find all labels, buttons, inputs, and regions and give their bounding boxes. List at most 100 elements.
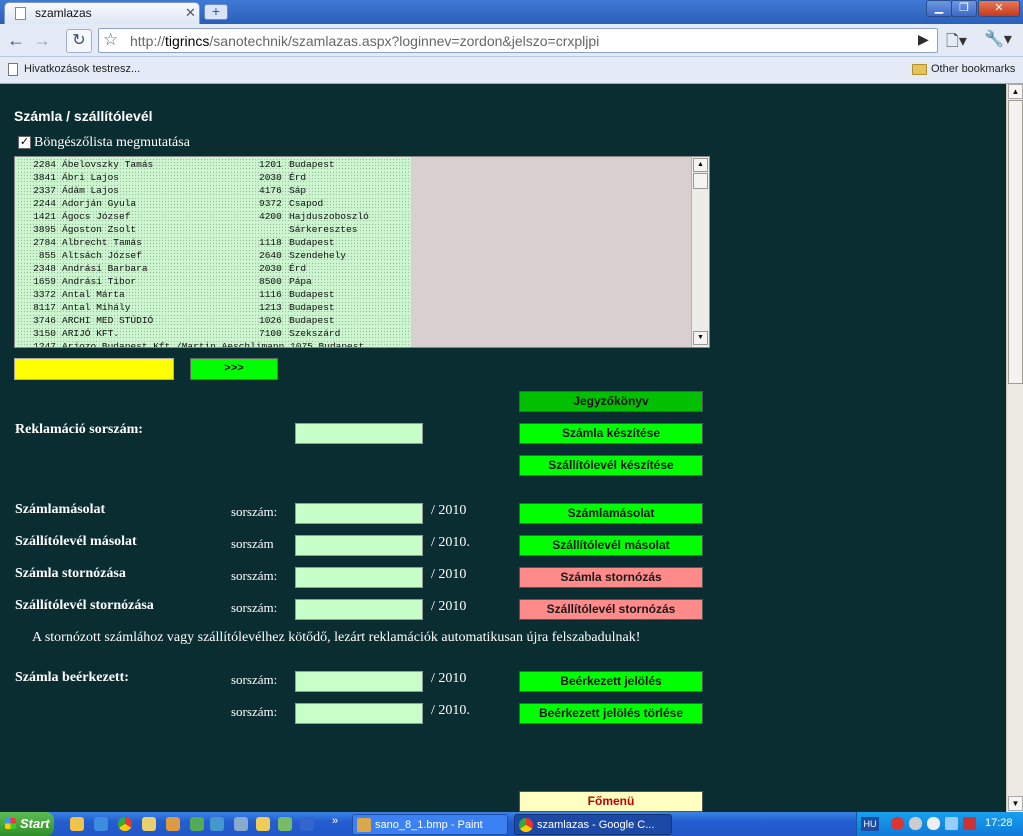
language-indicator[interactable]: HU bbox=[861, 817, 879, 831]
szallitolevel-masolat-button[interactable]: Szállítólevél másolat bbox=[519, 535, 703, 556]
szamlamasolat-input[interactable] bbox=[295, 503, 423, 524]
beerkezett-jeloles-button[interactable]: Beérkezett jelölés bbox=[519, 671, 703, 692]
forward-arrow-icon[interactable]: → bbox=[30, 29, 54, 51]
search-go-button[interactable]: >>> bbox=[190, 358, 278, 380]
reklamacio-input[interactable] bbox=[295, 423, 423, 444]
list-item[interactable]: 3150 ARIJÓ KFT. 7100 Szekszárd bbox=[17, 327, 411, 340]
list-item[interactable]: 1421 Ágocs József 4200 Hajduszoboszló bbox=[17, 210, 411, 223]
listbox-scrollbar[interactable]: ▲ ▼ bbox=[691, 157, 709, 347]
szamla-stornozasa-input[interactable] bbox=[295, 567, 423, 588]
szamla-stornozas-button[interactable]: Számla stornózás bbox=[519, 567, 703, 588]
list-item[interactable]: 3841 Ábri Lajos 2030 Érd bbox=[17, 171, 411, 184]
tray-icon[interactable] bbox=[945, 817, 958, 830]
folder-icon[interactable] bbox=[142, 817, 156, 831]
list-item[interactable]: 8117 Antal Mihály 1213 Budapest bbox=[17, 301, 411, 314]
chrome-icon[interactable] bbox=[118, 817, 132, 831]
list-cell-zip: 1118 bbox=[259, 237, 282, 248]
start-button[interactable]: Start bbox=[0, 812, 54, 836]
list-cell-city: Budapest bbox=[289, 289, 335, 300]
quicklaunch-icon[interactable] bbox=[300, 817, 314, 831]
szallitolevel-stornozasa-input[interactable] bbox=[295, 599, 423, 620]
list-item[interactable]: 2244 Adorján Gyula 9372 Csapod bbox=[17, 197, 411, 210]
list-item[interactable]: 1659 Andrási Tibor 8500 Pápa bbox=[17, 275, 411, 288]
bookmark-item[interactable]: Hivatkozások testresz... bbox=[24, 63, 140, 75]
beerkezett-torles-input[interactable] bbox=[295, 703, 423, 724]
star-icon[interactable]: ☆ bbox=[103, 30, 118, 50]
list-cell-city: Sáp bbox=[289, 185, 307, 196]
quicklaunch-icon[interactable] bbox=[210, 817, 224, 831]
page-scrollbar[interactable]: ▲ ▼ bbox=[1006, 84, 1023, 812]
szamla-keszitese-button[interactable]: Számla készítése bbox=[519, 423, 703, 444]
task-paint-label: sano_8_1.bmp - Paint bbox=[375, 819, 483, 831]
back-arrow-icon[interactable]: ← bbox=[4, 29, 28, 51]
minimize-icon[interactable]: ▁ bbox=[926, 0, 952, 17]
close-icon[interactable]: ✕ bbox=[185, 5, 196, 21]
szallitolevel-keszitese-button[interactable]: Szállítólevél készítése bbox=[519, 455, 703, 476]
url-text[interactable]: http://tigrincs/sanotechnik/szamlazas.as… bbox=[130, 33, 599, 49]
list-cell-city: Budapest bbox=[289, 315, 335, 326]
folder-icon[interactable] bbox=[256, 817, 270, 831]
scroll-down-icon[interactable]: ▼ bbox=[693, 331, 708, 345]
new-tab-button[interactable]: + bbox=[204, 4, 228, 20]
list-item[interactable]: 3372 Antal Márta 1116 Budapest bbox=[17, 288, 411, 301]
list-item[interactable]: 2784 Albrecht Tamás 1118 Budapest bbox=[17, 236, 411, 249]
list-cell-id: 3895 bbox=[33, 224, 56, 235]
list-item[interactable]: 2348 Andrási Barbara 2030 Érd bbox=[17, 262, 411, 275]
list-item[interactable]: 3746 ARCHI MED STÚDIÓ 1026 Budapest bbox=[17, 314, 411, 327]
list-item[interactable]: 3895 Ágoston Zsolt Sárkeresztes bbox=[17, 223, 411, 236]
quicklaunch-more[interactable]: » bbox=[332, 815, 338, 827]
page-icon bbox=[8, 63, 18, 76]
list-item[interactable]: 2284 Ábelovszky Tamás 1201 Budapest bbox=[17, 158, 411, 171]
list-cell-name: Ábri Lajos bbox=[62, 172, 120, 183]
network-icon[interactable] bbox=[927, 817, 940, 830]
scroll-up-icon[interactable]: ▲ bbox=[1008, 84, 1023, 99]
play-icon[interactable]: ▶ bbox=[918, 31, 929, 48]
quicklaunch-icon[interactable] bbox=[234, 817, 248, 831]
list-cell-name: Andrási Tibor bbox=[62, 276, 137, 287]
shield-icon[interactable] bbox=[963, 817, 976, 830]
list-item[interactable]: 1247 Arjozo Budapest Kft./Martin Aeschlim… bbox=[17, 340, 411, 347]
ie-icon[interactable] bbox=[94, 817, 108, 831]
tray-icon[interactable] bbox=[891, 817, 904, 830]
reload-icon[interactable]: ↻ bbox=[66, 29, 92, 53]
szamla-beerkezett-input[interactable] bbox=[295, 671, 423, 692]
list-cell-name: Altsách József bbox=[62, 250, 142, 261]
quicklaunch-icon[interactable] bbox=[166, 817, 180, 831]
wrench-icon[interactable]: 🔧▾ bbox=[984, 29, 1012, 49]
scroll-down-icon[interactable]: ▼ bbox=[1008, 796, 1023, 811]
list-item[interactable]: 2337 Ádám Lajos 4176 Sáp bbox=[17, 184, 411, 197]
customer-listbox[interactable]: 2284 Ábelovszky Tamás 1201 Budapest 3841 Ábri… bbox=[14, 156, 710, 348]
jegyzokonyv-button[interactable]: Jegyzőkönyv bbox=[519, 391, 703, 412]
quicklaunch-icon[interactable] bbox=[278, 817, 292, 831]
other-bookmarks[interactable]: Other bookmarks bbox=[931, 63, 1015, 75]
address-bar[interactable]: ☆ http://tigrincs/sanotechnik/szamlazas.… bbox=[98, 28, 938, 53]
search-input[interactable] bbox=[14, 358, 174, 380]
list-cell-id: 3372 bbox=[33, 289, 56, 300]
browse-list-checkbox[interactable]: ✓ bbox=[18, 136, 31, 149]
quicklaunch-icon[interactable] bbox=[190, 817, 204, 831]
scroll-up-icon[interactable]: ▲ bbox=[693, 158, 708, 172]
tab-szamlazas[interactable]: szamlazas ✕ bbox=[4, 2, 200, 24]
beerkezett-jeloles-torlese-button[interactable]: Beérkezett jelölés törlése bbox=[519, 703, 703, 724]
list-item[interactable]: 855 Altsách József 2640 Szendehely bbox=[17, 249, 411, 262]
szamlamasolat-button[interactable]: Számlamásolat bbox=[519, 503, 703, 524]
maximize-icon[interactable]: ❐ bbox=[951, 0, 977, 17]
tray-icon[interactable] bbox=[909, 817, 922, 830]
task-paint[interactable]: sano_8_1.bmp - Paint bbox=[352, 814, 508, 835]
list-cell-city: Szekszárd bbox=[289, 328, 341, 339]
list-cell-city: Sárkeresztes bbox=[289, 224, 358, 235]
scroll-thumb[interactable] bbox=[693, 173, 708, 189]
scroll-thumb[interactable] bbox=[1008, 100, 1023, 384]
list-cell-id: 1421 bbox=[33, 211, 56, 222]
szallitolevel-stornozas-button[interactable]: Szállítólevél stornózás bbox=[519, 599, 703, 620]
page-content: Számla / szállítólevél ✓ Böngészőlista m… bbox=[0, 84, 1006, 812]
list-cell-city: Budapest bbox=[289, 159, 335, 170]
window-close-icon[interactable]: ✕ bbox=[978, 0, 1020, 17]
szallitolevel-masolat-input[interactable] bbox=[295, 535, 423, 556]
page-menu-icon[interactable]: 🗋▾ bbox=[946, 30, 967, 57]
list-cell-zip: 1026 bbox=[259, 315, 282, 326]
task-chrome[interactable]: szamlazas - Google C... bbox=[514, 814, 672, 835]
quicklaunch-icon[interactable] bbox=[70, 817, 84, 831]
list-cell-name: Ábelovszky Tamás bbox=[62, 159, 154, 170]
fomenu-button[interactable]: Főmenü bbox=[519, 791, 703, 812]
